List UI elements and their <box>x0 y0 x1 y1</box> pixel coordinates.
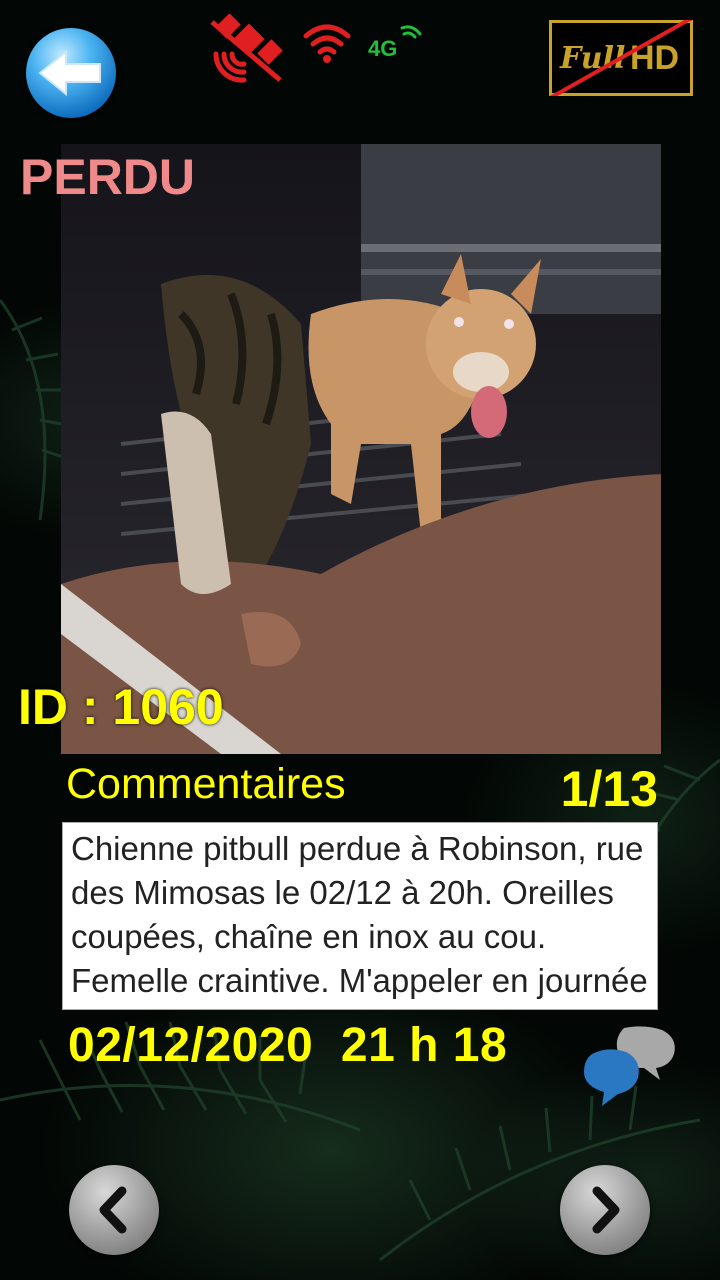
comments-title: Commentaires <box>66 760 346 808</box>
satellite-off-icon <box>210 14 283 83</box>
next-button[interactable] <box>560 1165 650 1255</box>
listing-datetime: 02/12/2020 21 h 18 <box>68 1018 507 1073</box>
listing-time: 21 h 18 <box>340 1019 508 1072</box>
full-hd-toggle[interactable]: Full HD <box>549 20 693 96</box>
chevron-right-icon <box>592 1186 620 1234</box>
back-button[interactable] <box>26 28 116 118</box>
listing-id: ID : 1060 <box>18 679 224 735</box>
chat-bubbles-icon[interactable] <box>582 1024 678 1108</box>
pet-photo[interactable] <box>61 144 661 754</box>
previous-button[interactable] <box>69 1165 159 1255</box>
arrow-left-icon <box>38 49 101 97</box>
wifi-icon <box>303 24 351 63</box>
photo-counter: 1/13 <box>560 761 658 817</box>
chevron-left-icon <box>99 1186 127 1234</box>
comment-text: Chienne pitbull perdue à Robinson, rue d… <box>71 830 648 1009</box>
comment-textbox[interactable]: Chienne pitbull perdue à Robinson, rue d… <box>62 822 658 1010</box>
network-4g-icon: 4G <box>366 20 426 64</box>
strike-icon <box>549 20 693 96</box>
listing-status: PERDU <box>20 149 196 205</box>
listing-date: 02/12/2020 <box>68 1019 314 1072</box>
network-label: 4G <box>368 36 398 61</box>
